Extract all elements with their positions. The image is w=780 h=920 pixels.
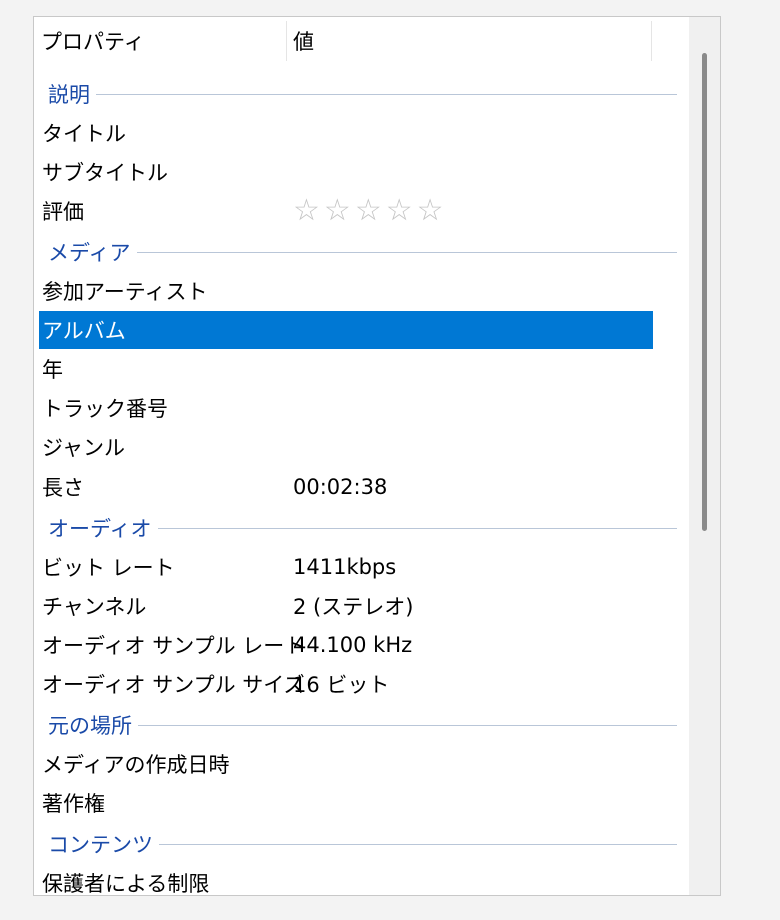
column-divider-end[interactable] [651, 21, 652, 61]
star-icon[interactable]: ☆ [386, 196, 413, 226]
row-channels[interactable]: チャンネル 2 (ステレオ) [39, 587, 653, 625]
row-rating[interactable]: 評価 ☆ ☆ ☆ ☆ ☆ [39, 192, 653, 230]
property-name: ジャンル [42, 436, 125, 460]
property-name: 参加アーティスト [42, 280, 208, 304]
property-name: オーディオ サンプル サイズ [42, 673, 305, 697]
row-length[interactable]: 長さ 00:02:38 [39, 468, 653, 506]
property-value[interactable]: 44.100 kHz [293, 633, 412, 657]
scrollbar-thumb[interactable] [702, 53, 707, 531]
group-origin: 元の場所 [34, 706, 679, 744]
row-samplerate[interactable]: オーディオ サンプル レート 44.100 kHz [39, 626, 653, 664]
group-label-origin: 元の場所 [48, 710, 138, 740]
row-copyright[interactable]: 著作権 [39, 784, 653, 822]
row-genre[interactable]: ジャンル [39, 428, 653, 466]
group-description: 説明 [34, 75, 679, 113]
property-value[interactable]: 00:02:38 [293, 475, 387, 499]
property-name: 保護者による制限 [42, 872, 210, 896]
property-name: チャンネル [42, 595, 147, 619]
property-name: アルバム [42, 319, 126, 343]
row-artist[interactable]: 参加アーティスト [39, 272, 653, 310]
star-icon[interactable]: ☆ [417, 196, 444, 226]
property-value[interactable]: 1411kbps [293, 555, 396, 579]
column-header: プロパティ 値 [34, 21, 652, 61]
rating-stars[interactable]: ☆ ☆ ☆ ☆ ☆ [293, 196, 444, 226]
row-media-created[interactable]: メディアの作成日時 [39, 745, 653, 783]
row-parental[interactable]: 保護者による制限 [39, 864, 653, 896]
property-name: 著作権 [42, 792, 105, 816]
group-label-audio: オーディオ [48, 513, 158, 543]
column-header-value[interactable]: 値 [293, 26, 314, 56]
properties-panel: プロパティ 値 説明 タイトル サブタイトル 評価 ☆ ☆ ☆ ☆ ☆ メディア 参加ア… [33, 16, 721, 896]
group-label-media: メディア [48, 237, 137, 267]
group-media: メディア [34, 233, 679, 271]
property-name: トラック番号 [42, 397, 168, 421]
group-content: コンテンツ [34, 825, 679, 863]
group-divider-line [48, 94, 677, 95]
row-samplesize[interactable]: オーディオ サンプル サイズ 16 ビット [39, 665, 653, 703]
star-icon[interactable]: ☆ [293, 196, 320, 226]
group-label-description: 説明 [48, 79, 96, 109]
property-name: 長さ [42, 476, 84, 500]
group-divider-line [48, 725, 677, 726]
group-label-content: コンテンツ [48, 829, 159, 859]
property-name: 年 [42, 358, 63, 382]
row-bitrate[interactable]: ビット レート 1411kbps [39, 548, 653, 586]
group-audio: オーディオ [34, 509, 679, 547]
column-header-property[interactable]: プロパティ [41, 26, 145, 56]
row-title[interactable]: タイトル [39, 114, 653, 152]
star-icon[interactable]: ☆ [355, 196, 382, 226]
property-value[interactable]: 16 ビット [293, 669, 389, 699]
property-name: ビット レート [42, 556, 175, 580]
row-track[interactable]: トラック番号 [39, 389, 653, 427]
star-icon[interactable]: ☆ [324, 196, 351, 226]
property-name: サブタイトル [42, 161, 168, 185]
column-divider[interactable] [286, 21, 287, 61]
group-divider-line [48, 252, 677, 253]
property-name: タイトル [42, 122, 126, 146]
property-name: メディアの作成日時 [42, 753, 230, 777]
property-value[interactable]: 2 (ステレオ) [293, 591, 413, 621]
property-name: 評価 [42, 200, 84, 224]
property-name: オーディオ サンプル レート [42, 634, 306, 658]
row-album[interactable]: アルバム [39, 311, 653, 349]
vertical-scrollbar[interactable] [689, 17, 720, 895]
row-year[interactable]: 年 [39, 350, 653, 388]
properties-list: プロパティ 値 説明 タイトル サブタイトル 評価 ☆ ☆ ☆ ☆ ☆ メディア 参加ア… [34, 17, 689, 896]
row-subtitle[interactable]: サブタイトル [39, 153, 653, 191]
